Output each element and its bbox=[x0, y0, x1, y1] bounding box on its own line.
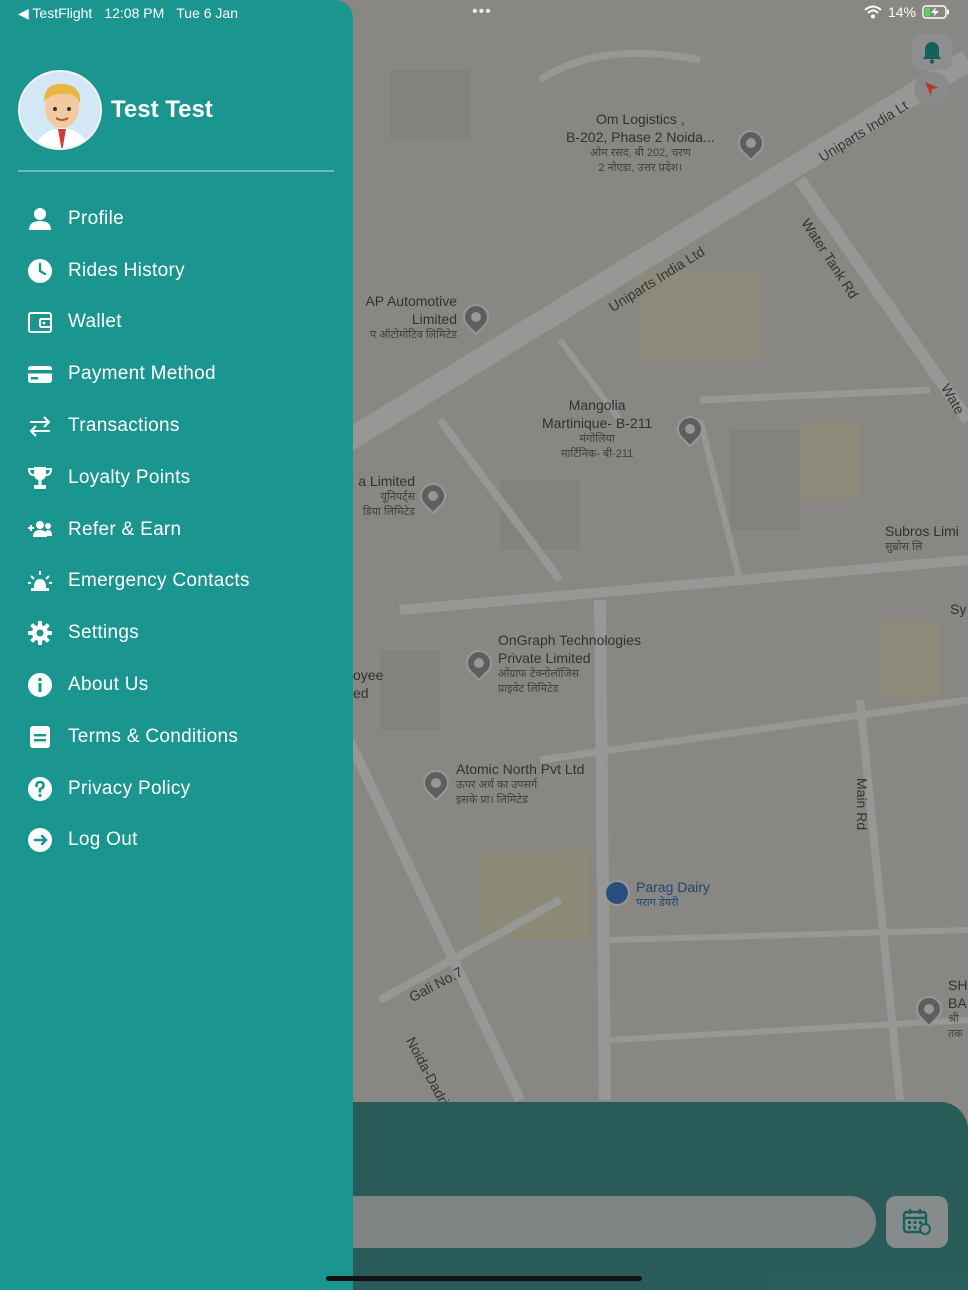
person-icon bbox=[26, 205, 54, 233]
back-to-app-link[interactable]: ◀ TestFlight bbox=[18, 5, 92, 22]
bell-icon bbox=[923, 42, 941, 64]
drawer-menu: Profile Rides History Wallet Payment Met… bbox=[26, 193, 250, 866]
profile-header[interactable]: Test Test bbox=[18, 70, 213, 150]
document-icon bbox=[26, 723, 54, 751]
status-date: Tue 6 Jan bbox=[176, 5, 239, 21]
location-arrow-icon bbox=[925, 82, 939, 96]
menu-item-rides-history[interactable]: Rides History bbox=[26, 245, 250, 297]
divider bbox=[18, 170, 334, 172]
menu-item-about-us[interactable]: About Us bbox=[26, 659, 250, 711]
menu-item-log-out[interactable]: Log Out bbox=[26, 815, 250, 867]
swap-arrows-icon bbox=[26, 412, 54, 440]
siren-icon bbox=[26, 567, 54, 595]
trophy-icon bbox=[26, 464, 54, 492]
wifi-icon bbox=[864, 5, 882, 19]
question-icon bbox=[26, 775, 54, 803]
logout-icon bbox=[26, 826, 54, 854]
wallet-icon bbox=[26, 308, 54, 336]
battery-percentage: 14% bbox=[887, 4, 916, 20]
menu-item-emergency-contacts[interactable]: Emergency Contacts bbox=[26, 556, 250, 608]
schedule-ride-button[interactable] bbox=[886, 1196, 948, 1248]
locate-me-button[interactable] bbox=[914, 72, 950, 106]
status-time: 12:08 PM bbox=[104, 5, 165, 21]
menu-item-privacy-policy[interactable]: Privacy Policy bbox=[26, 763, 250, 815]
notification-button[interactable] bbox=[912, 34, 952, 70]
menu-item-terms-conditions[interactable]: Terms & Conditions bbox=[26, 711, 250, 763]
menu-item-refer-earn[interactable]: Refer & Earn bbox=[26, 504, 250, 556]
menu-item-payment-method[interactable]: Payment Method bbox=[26, 348, 250, 400]
calendar-icon bbox=[902, 1209, 931, 1235]
home-indicator[interactable] bbox=[326, 1276, 642, 1281]
gear-icon bbox=[26, 619, 54, 647]
menu-item-transactions[interactable]: Transactions bbox=[26, 400, 250, 452]
menu-item-settings[interactable]: Settings bbox=[26, 607, 250, 659]
user-name: Test Test bbox=[111, 96, 213, 123]
battery-charging-icon bbox=[922, 5, 949, 19]
card-icon bbox=[26, 360, 54, 388]
avatar bbox=[18, 70, 102, 150]
menu-item-loyalty-points[interactable]: Loyalty Points bbox=[26, 452, 250, 504]
menu-item-profile[interactable]: Profile bbox=[26, 193, 250, 245]
destination-input[interactable] bbox=[310, 1196, 876, 1248]
info-icon bbox=[26, 671, 54, 699]
status-bar: ◀ TestFlight 12:08 PM Tue 6 Jan ••• 14% bbox=[0, 0, 968, 26]
clock-icon bbox=[26, 257, 54, 285]
add-users-icon bbox=[26, 516, 54, 544]
navigation-drawer: Test Test Profile Rides History Wallet P… bbox=[0, 0, 353, 1290]
menu-item-wallet[interactable]: Wallet bbox=[26, 297, 250, 349]
multitasking-dots-icon[interactable]: ••• bbox=[472, 3, 492, 21]
